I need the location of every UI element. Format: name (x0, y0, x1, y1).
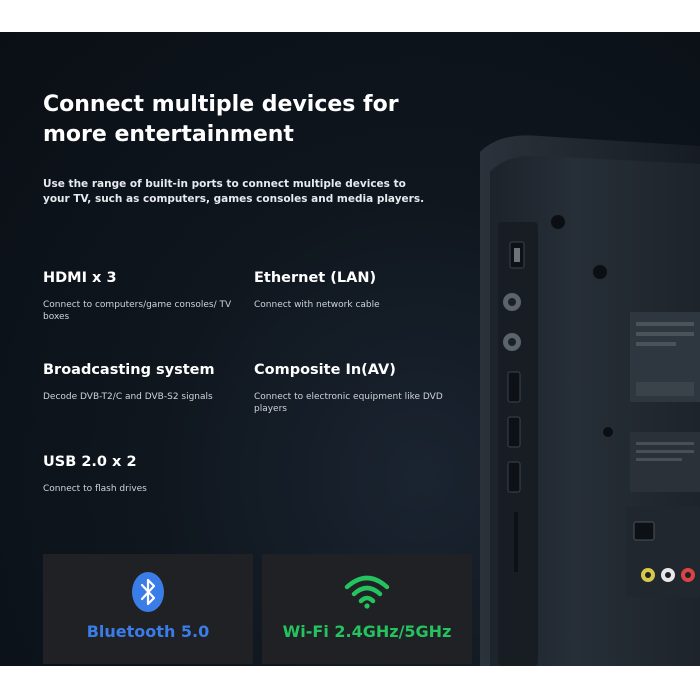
intro-text: Use the range of built-in ports to conne… (43, 178, 425, 205)
connectivity-banner: Connect multiple devices for more entert… (0, 32, 700, 666)
feature-title: USB 2.0 x 2 (43, 454, 137, 470)
feature-title: Broadcasting system (43, 362, 215, 378)
feature-usb: USB 2.0 x 2 Connect to flash drives (43, 452, 243, 495)
feature-broadcasting: Broadcasting system Decode DVB-T2/C and … (43, 360, 243, 403)
page-title: Connect multiple devices for more entert… (43, 92, 399, 147)
feature-description: Connect to computers/game consoles/ TV b… (43, 300, 232, 322)
feature-description: Connect to flash drives (43, 484, 147, 494)
bluetooth-icon (132, 572, 164, 612)
feature-title: Ethernet (LAN) (254, 270, 377, 286)
feature-description: Decode DVB-T2/C and DVB-S2 signals (43, 392, 213, 402)
feature-description: Connect to electronic equipment like DVD… (254, 392, 443, 414)
feature-description: Connect with network cable (254, 300, 380, 310)
feature-hdmi: HDMI x 3 Connect to computers/game conso… (43, 268, 243, 323)
wifi-icon (344, 575, 390, 609)
bluetooth-card: Bluetooth 5.0 (43, 554, 253, 664)
wifi-label: Wi-Fi 2.4GHz/5GHz (282, 622, 452, 641)
feature-title: Composite In(AV) (254, 362, 396, 378)
feature-ethernet: Ethernet (LAN) Connect with network cabl… (254, 268, 454, 311)
bluetooth-label: Bluetooth 5.0 (86, 622, 210, 641)
feature-composite: Composite In(AV) Connect to electronic e… (254, 360, 454, 415)
wifi-card: Wi-Fi 2.4GHz/5GHz (262, 554, 472, 664)
feature-title: HDMI x 3 (43, 270, 117, 286)
tv-rear-illustration (480, 135, 700, 666)
